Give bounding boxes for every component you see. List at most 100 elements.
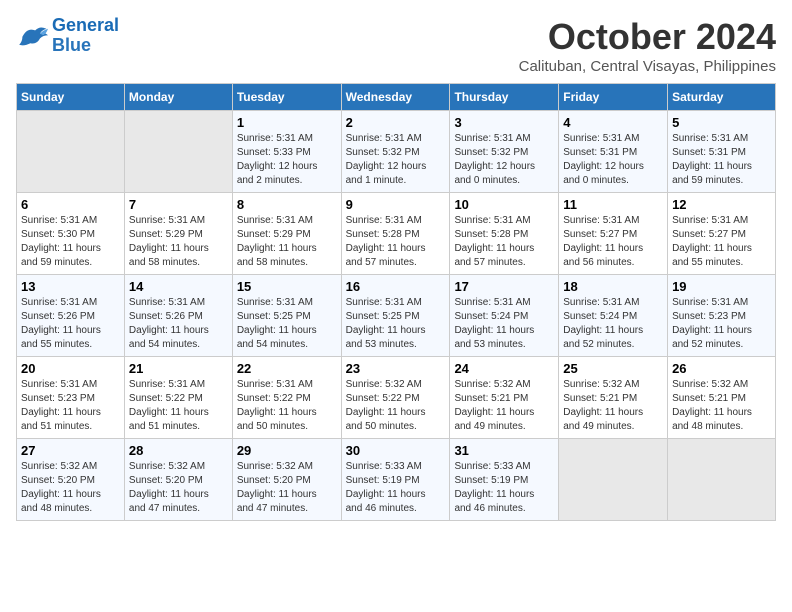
week-row-5: 27 Sunrise: 5:32 AM Sunset: 5:20 PM Dayli… [17,439,776,521]
calendar-cell: 28 Sunrise: 5:32 AM Sunset: 5:20 PM Dayli… [124,439,232,521]
calendar-cell: 2 Sunrise: 5:31 AM Sunset: 5:32 PM Daylig… [341,111,450,193]
calendar-cell: 16 Sunrise: 5:31 AM Sunset: 5:25 PM Dayli… [341,275,450,357]
cell-content: Sunrise: 5:32 AM Sunset: 5:22 PM Dayligh… [346,378,446,434]
logo: General Blue [16,16,119,56]
day-number: 28 [129,443,228,458]
cell-content: Sunrise: 5:31 AM Sunset: 5:29 PM Dayligh… [129,214,228,270]
calendar-cell: 9 Sunrise: 5:31 AM Sunset: 5:28 PM Daylig… [341,193,450,275]
col-header-friday: Friday [559,84,668,111]
calendar-table: SundayMondayTuesdayWednesdayThursdayFrid… [16,83,776,521]
calendar-cell: 22Sunrise: 5:31 AM Sunset: 5:22 PM Dayli… [232,357,341,439]
cell-content: Sunrise: 5:31 AM Sunset: 5:32 PM Dayligh… [454,132,554,188]
day-number: 19 [672,279,771,294]
calendar-cell: 27 Sunrise: 5:32 AM Sunset: 5:20 PM Dayli… [17,439,125,521]
cell-content: Sunrise: 5:32 AM Sunset: 5:20 PM Dayligh… [21,460,120,516]
calendar-cell: 4Sunrise: 5:31 AM Sunset: 5:31 PM Daylig… [559,111,668,193]
logo-text-blue: Blue [52,36,119,56]
day-number: 27 [21,443,120,458]
day-number: 18 [563,279,663,294]
week-row-2: 6 Sunrise: 5:31 AM Sunset: 5:30 PM Daylig… [17,193,776,275]
day-number: 12 [672,197,771,212]
day-number: 29 [237,443,337,458]
day-number: 3 [454,115,554,130]
cell-content: Sunrise: 5:31 AM Sunset: 5:25 PM Dayligh… [237,296,337,352]
calendar-cell: 31 Sunrise: 5:33 AM Sunset: 5:19 PM Dayli… [450,439,559,521]
cell-content: Sunrise: 5:32 AM Sunset: 5:21 PM Dayligh… [672,378,771,434]
logo-bird-icon [16,22,48,50]
day-number: 5 [672,115,771,130]
col-header-wednesday: Wednesday [341,84,450,111]
calendar-cell: 30Sunrise: 5:33 AM Sunset: 5:19 PM Dayli… [341,439,450,521]
calendar-cell: 1Sunrise: 5:31 AM Sunset: 5:33 PM Daylig… [232,111,341,193]
calendar-cell: 29 Sunrise: 5:32 AM Sunset: 5:20 PM Dayli… [232,439,341,521]
calendar-cell: 24 Sunrise: 5:32 AM Sunset: 5:21 PM Dayli… [450,357,559,439]
col-header-monday: Monday [124,84,232,111]
day-number: 16 [346,279,446,294]
day-number: 9 [346,197,446,212]
cell-content: Sunrise: 5:31 AM Sunset: 5:26 PM Dayligh… [129,296,228,352]
calendar-cell: 19 Sunrise: 5:31 AM Sunset: 5:23 PM Dayli… [668,275,776,357]
week-row-4: 20 Sunrise: 5:31 AM Sunset: 5:23 PM Dayli… [17,357,776,439]
calendar-cell: 5 Sunrise: 5:31 AM Sunset: 5:31 PM Daylig… [668,111,776,193]
logo-text-general: General [52,16,119,36]
day-number: 31 [454,443,554,458]
day-number: 13 [21,279,120,294]
cell-content: Sunrise: 5:31 AM Sunset: 5:24 PM Dayligh… [454,296,554,352]
cell-content: Sunrise: 5:31 AM Sunset: 5:28 PM Dayligh… [346,214,446,270]
header-row: SundayMondayTuesdayWednesdayThursdayFrid… [17,84,776,111]
week-row-1: 1Sunrise: 5:31 AM Sunset: 5:33 PM Daylig… [17,111,776,193]
calendar-cell: 17 Sunrise: 5:31 AM Sunset: 5:24 PM Dayli… [450,275,559,357]
calendar-cell: 3 Sunrise: 5:31 AM Sunset: 5:32 PM Daylig… [450,111,559,193]
calendar-cell [668,439,776,521]
calendar-cell: 8Sunrise: 5:31 AM Sunset: 5:29 PM Daylig… [232,193,341,275]
cell-content: Sunrise: 5:31 AM Sunset: 5:27 PM Dayligh… [672,214,771,270]
calendar-cell: 25 Sunrise: 5:32 AM Sunset: 5:21 PM Dayli… [559,357,668,439]
day-number: 10 [454,197,554,212]
page-header: General Blue October 2024 Calituban, Cen… [16,16,776,75]
calendar-cell [17,111,125,193]
cell-content: Sunrise: 5:32 AM Sunset: 5:20 PM Dayligh… [237,460,337,516]
calendar-cell: 18Sunrise: 5:31 AM Sunset: 5:24 PM Dayli… [559,275,668,357]
calendar-cell: 26Sunrise: 5:32 AM Sunset: 5:21 PM Dayli… [668,357,776,439]
day-number: 30 [346,443,446,458]
week-row-3: 13 Sunrise: 5:31 AM Sunset: 5:26 PM Dayli… [17,275,776,357]
cell-content: Sunrise: 5:32 AM Sunset: 5:20 PM Dayligh… [129,460,228,516]
calendar-cell: 15 Sunrise: 5:31 AM Sunset: 5:25 PM Dayli… [232,275,341,357]
day-number: 24 [454,361,554,376]
cell-content: Sunrise: 5:31 AM Sunset: 5:27 PM Dayligh… [563,214,663,270]
day-number: 22 [237,361,337,376]
day-number: 1 [237,115,337,130]
day-number: 2 [346,115,446,130]
cell-content: Sunrise: 5:31 AM Sunset: 5:22 PM Dayligh… [129,378,228,434]
calendar-cell: 20 Sunrise: 5:31 AM Sunset: 5:23 PM Dayli… [17,357,125,439]
calendar-cell [124,111,232,193]
cell-content: Sunrise: 5:31 AM Sunset: 5:23 PM Dayligh… [21,378,120,434]
cell-content: Sunrise: 5:33 AM Sunset: 5:19 PM Dayligh… [454,460,554,516]
day-number: 6 [21,197,120,212]
cell-content: Sunrise: 5:31 AM Sunset: 5:32 PM Dayligh… [346,132,446,188]
cell-content: Sunrise: 5:31 AM Sunset: 5:23 PM Dayligh… [672,296,771,352]
col-header-tuesday: Tuesday [232,84,341,111]
cell-content: Sunrise: 5:31 AM Sunset: 5:25 PM Dayligh… [346,296,446,352]
day-number: 15 [237,279,337,294]
calendar-cell: 14Sunrise: 5:31 AM Sunset: 5:26 PM Dayli… [124,275,232,357]
calendar-cell: 11 Sunrise: 5:31 AM Sunset: 5:27 PM Dayli… [559,193,668,275]
day-number: 4 [563,115,663,130]
location-subtitle: Calituban, Central Visayas, Philippines [519,58,776,75]
cell-content: Sunrise: 5:31 AM Sunset: 5:31 PM Dayligh… [672,132,771,188]
day-number: 25 [563,361,663,376]
title-block: October 2024 Calituban, Central Visayas,… [519,16,776,75]
calendar-cell: 12 Sunrise: 5:31 AM Sunset: 5:27 PM Dayli… [668,193,776,275]
cell-content: Sunrise: 5:32 AM Sunset: 5:21 PM Dayligh… [563,378,663,434]
day-number: 20 [21,361,120,376]
cell-content: Sunrise: 5:31 AM Sunset: 5:28 PM Dayligh… [454,214,554,270]
cell-content: Sunrise: 5:31 AM Sunset: 5:30 PM Dayligh… [21,214,120,270]
cell-content: Sunrise: 5:32 AM Sunset: 5:21 PM Dayligh… [454,378,554,434]
month-title: October 2024 [519,16,776,58]
calendar-cell: 23Sunrise: 5:32 AM Sunset: 5:22 PM Dayli… [341,357,450,439]
day-number: 8 [237,197,337,212]
day-number: 11 [563,197,663,212]
day-number: 21 [129,361,228,376]
calendar-cell [559,439,668,521]
day-number: 17 [454,279,554,294]
